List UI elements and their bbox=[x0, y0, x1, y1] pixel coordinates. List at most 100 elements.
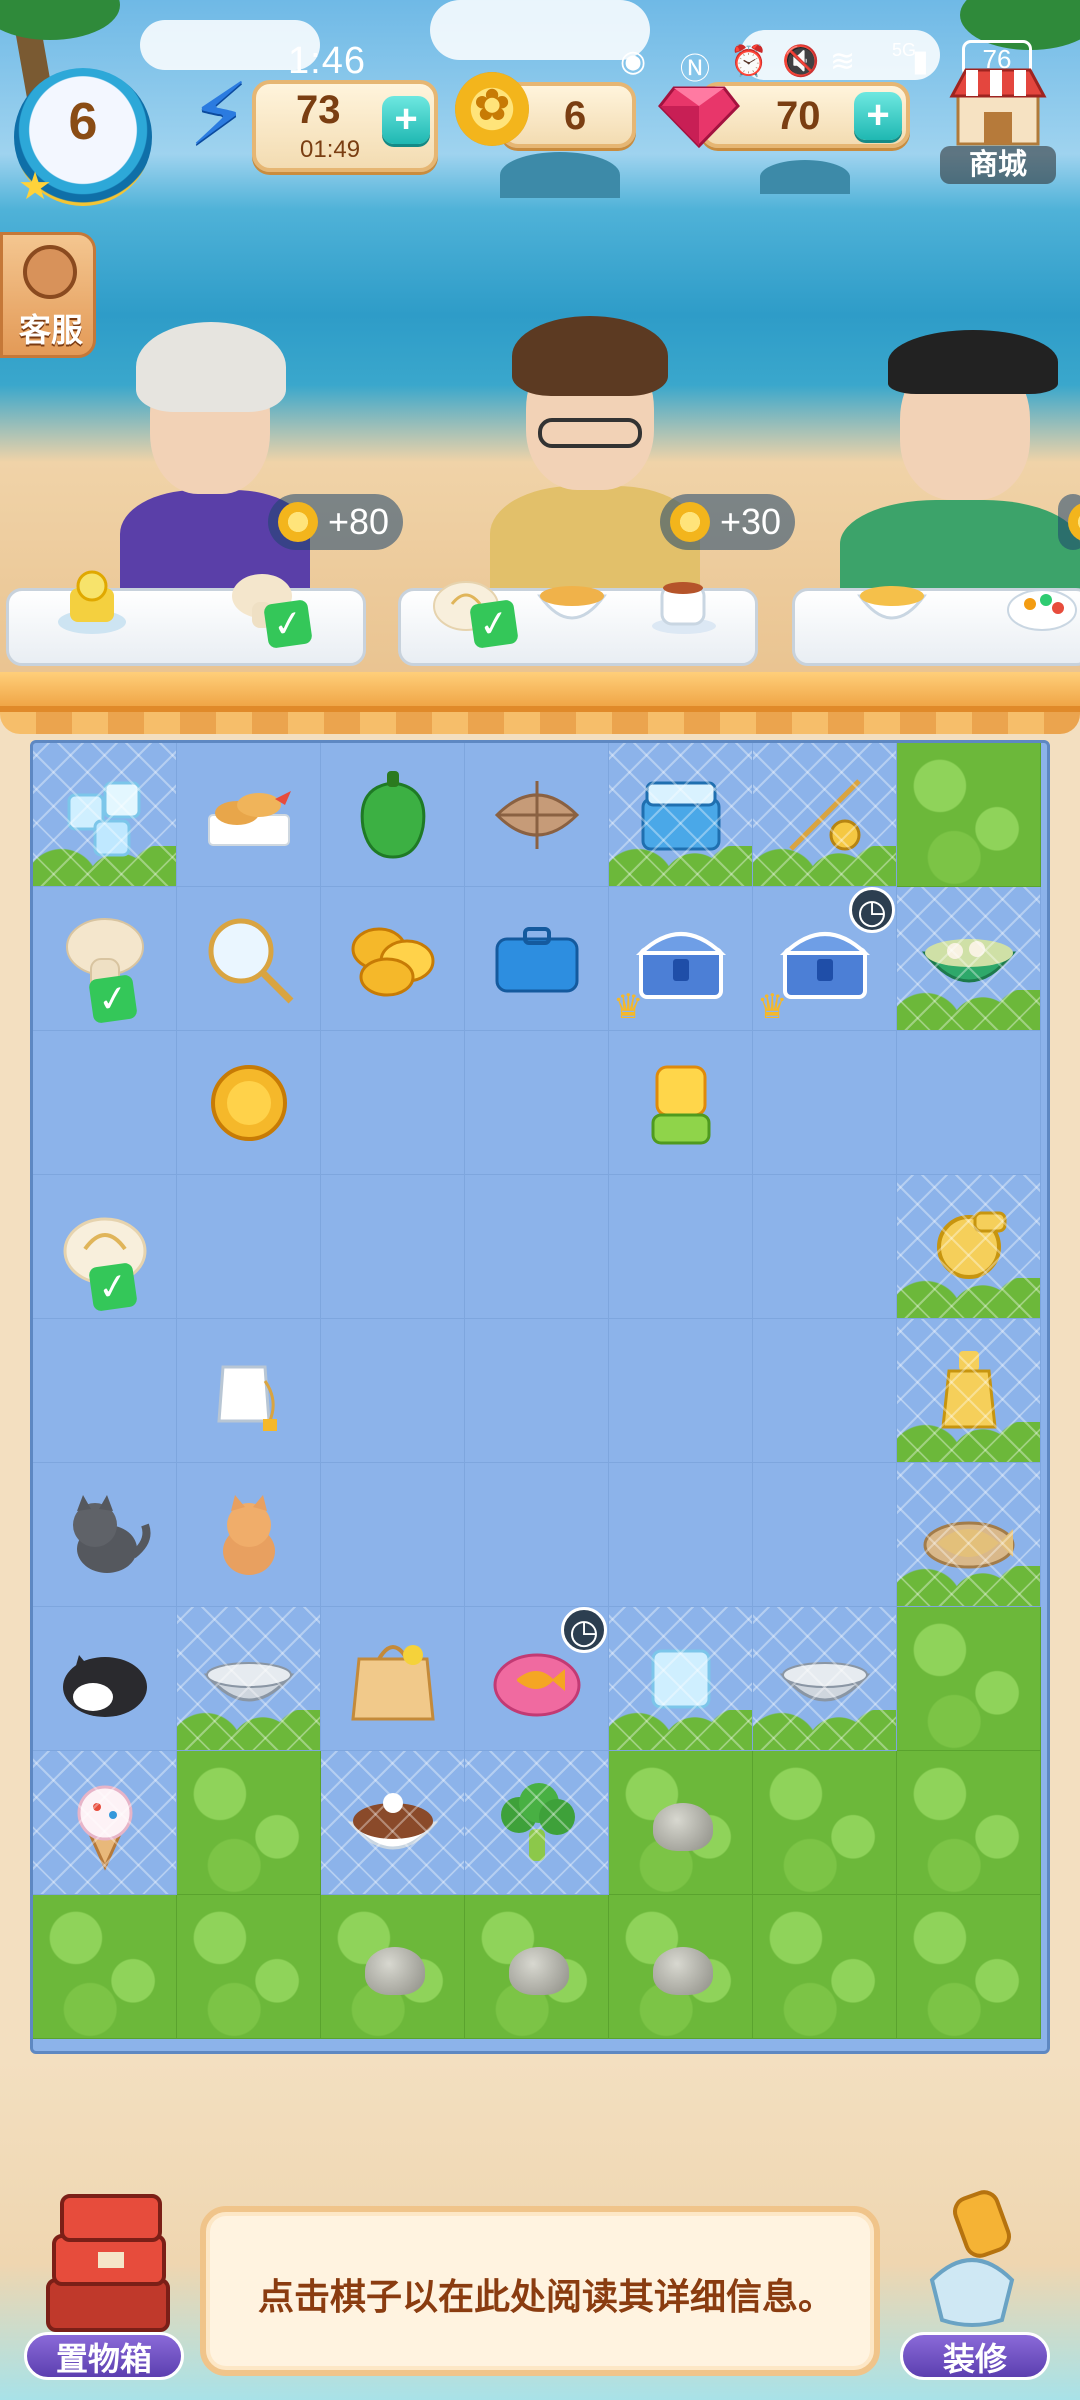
board-cell[interactable] bbox=[321, 1319, 465, 1463]
energy-counter[interactable]: 73 01:49 + bbox=[252, 80, 438, 172]
board-cell[interactable] bbox=[897, 1031, 1041, 1175]
web-locked-cell[interactable] bbox=[897, 887, 1041, 1031]
locked-grass-cell[interactable] bbox=[321, 1895, 465, 2039]
decorate-button[interactable]: 装修 bbox=[892, 2180, 1062, 2390]
storage-box-button[interactable]: 置物箱 bbox=[18, 2180, 188, 2390]
locked-grass-cell[interactable] bbox=[177, 1751, 321, 1895]
board-cell[interactable] bbox=[609, 1031, 753, 1175]
ice-cooler-icon[interactable] bbox=[631, 765, 731, 865]
web-locked-cell[interactable] bbox=[897, 1463, 1041, 1607]
orange-cat-icon[interactable] bbox=[199, 1485, 299, 1585]
shop-button[interactable]: 商城 bbox=[940, 58, 1056, 188]
board-cell[interactable] bbox=[177, 1031, 321, 1175]
silver-bowl-icon[interactable] bbox=[199, 1629, 299, 1729]
board-cell[interactable]: ♛ ◷ bbox=[753, 887, 897, 1031]
web-locked-cell[interactable] bbox=[897, 1319, 1041, 1463]
silver-bowl-icon[interactable] bbox=[775, 1629, 875, 1729]
customer-3[interactable] bbox=[840, 300, 1080, 610]
board-cell[interactable] bbox=[465, 1031, 609, 1175]
merge-board[interactable]: ✓ ♛ ♛ ◷ ✓ ◷ bbox=[30, 740, 1050, 2054]
board-cell[interactable] bbox=[609, 1175, 753, 1319]
add-energy-button[interactable]: + bbox=[382, 96, 430, 144]
web-locked-cell[interactable] bbox=[609, 1607, 753, 1751]
board-cell[interactable] bbox=[465, 1463, 609, 1607]
board-cell[interactable] bbox=[753, 1319, 897, 1463]
board-cell[interactable] bbox=[609, 1463, 753, 1607]
treasure-chest-icon[interactable] bbox=[631, 909, 731, 1009]
wrapped-package-icon[interactable] bbox=[487, 765, 587, 865]
board-cell[interactable] bbox=[177, 1319, 321, 1463]
fried-shrimp-icon[interactable] bbox=[199, 765, 299, 865]
board-cell[interactable] bbox=[321, 743, 465, 887]
ice-cream-cone-icon[interactable] bbox=[55, 1773, 155, 1873]
board-cell[interactable] bbox=[321, 1607, 465, 1751]
locked-grass-cell[interactable] bbox=[897, 1895, 1041, 2039]
web-locked-cell[interactable] bbox=[465, 1751, 609, 1895]
board-cell[interactable]: ♛ bbox=[609, 887, 753, 1031]
add-gems-button[interactable]: + bbox=[854, 92, 902, 140]
board-cell[interactable] bbox=[753, 1463, 897, 1607]
web-locked-cell[interactable] bbox=[177, 1607, 321, 1751]
soup-bowl-icon[interactable] bbox=[536, 566, 608, 638]
board-cell[interactable] bbox=[33, 1463, 177, 1607]
grey-cat-icon[interactable] bbox=[55, 1485, 155, 1585]
green-pepper-icon[interactable] bbox=[343, 765, 443, 865]
board-cell[interactable] bbox=[465, 743, 609, 887]
fishing-net-icon[interactable] bbox=[199, 909, 299, 1009]
board-cell[interactable] bbox=[33, 1607, 177, 1751]
board-cell[interactable]: ✓ bbox=[33, 887, 177, 1031]
locked-grass-cell[interactable] bbox=[609, 1895, 753, 2039]
web-locked-cell[interactable] bbox=[753, 743, 897, 887]
locked-grass-cell[interactable] bbox=[465, 1895, 609, 2039]
web-locked-cell[interactable] bbox=[33, 743, 177, 887]
board-cell[interactable] bbox=[33, 1319, 177, 1463]
locked-grass-cell[interactable] bbox=[897, 1607, 1041, 1751]
web-locked-cell[interactable] bbox=[321, 1751, 465, 1895]
board-cell[interactable] bbox=[177, 887, 321, 1031]
board-cell[interactable]: ◷ bbox=[465, 1607, 609, 1751]
board-cell[interactable] bbox=[609, 1319, 753, 1463]
locked-grass-cell[interactable] bbox=[33, 1895, 177, 2039]
board-cell[interactable] bbox=[465, 1319, 609, 1463]
locked-grass-cell[interactable] bbox=[897, 743, 1041, 887]
board-cell[interactable] bbox=[465, 887, 609, 1031]
customer-1[interactable] bbox=[80, 300, 340, 600]
board-cell[interactable]: ✓ bbox=[33, 1175, 177, 1319]
golden-machine-icon[interactable] bbox=[919, 1197, 1019, 1297]
fishing-rod-icon[interactable] bbox=[775, 765, 875, 865]
board-cell[interactable] bbox=[33, 1031, 177, 1175]
board-cell[interactable] bbox=[177, 743, 321, 887]
board-cell[interactable] bbox=[321, 1463, 465, 1607]
board-cell[interactable] bbox=[321, 1175, 465, 1319]
broccoli-icon[interactable] bbox=[487, 1773, 587, 1873]
web-locked-cell[interactable] bbox=[609, 743, 753, 887]
web-locked-cell[interactable] bbox=[753, 1607, 897, 1751]
locked-grass-cell[interactable] bbox=[177, 1895, 321, 2039]
fish-dish-icon[interactable] bbox=[919, 1485, 1019, 1585]
dumpling-soup-icon[interactable] bbox=[919, 909, 1019, 1009]
dessert-bowl-icon[interactable] bbox=[343, 1773, 443, 1873]
gold-coin-icon[interactable] bbox=[199, 1053, 299, 1153]
locked-grass-cell[interactable] bbox=[753, 1751, 897, 1895]
ice-cube-icon[interactable] bbox=[631, 1629, 731, 1729]
lemon-cake-icon[interactable] bbox=[56, 566, 128, 638]
board-cell[interactable] bbox=[321, 887, 465, 1031]
coin-pile-icon[interactable] bbox=[343, 909, 443, 1009]
locked-grass-cell[interactable] bbox=[609, 1751, 753, 1895]
board-cell[interactable] bbox=[465, 1175, 609, 1319]
locked-grass-cell[interactable] bbox=[753, 1895, 897, 2039]
web-locked-cell[interactable] bbox=[897, 1175, 1041, 1319]
board-cell[interactable] bbox=[753, 1031, 897, 1175]
locked-grass-cell[interactable] bbox=[897, 1751, 1041, 1895]
ice-cubes-icon[interactable] bbox=[55, 765, 155, 865]
web-locked-cell[interactable] bbox=[33, 1751, 177, 1895]
board-cell[interactable] bbox=[321, 1031, 465, 1175]
board-cell[interactable] bbox=[753, 1175, 897, 1319]
tea-bag-icon[interactable] bbox=[199, 1341, 299, 1441]
gift-bag-icon[interactable] bbox=[343, 1629, 443, 1729]
golden-bottle-icon[interactable] bbox=[919, 1341, 1019, 1441]
sleeping-cat-icon[interactable] bbox=[55, 1629, 155, 1729]
level-badge[interactable]: 6 ★ bbox=[14, 68, 152, 208]
juicer-icon[interactable] bbox=[631, 1053, 731, 1153]
tea-cup-icon[interactable] bbox=[648, 566, 720, 638]
